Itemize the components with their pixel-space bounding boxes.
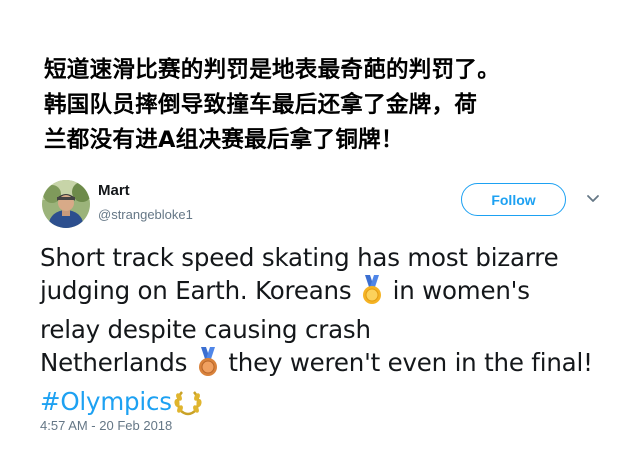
chevron-down-icon[interactable] [585, 191, 601, 207]
tweet-line-2-end: in women's [392, 276, 530, 305]
tweet-line-2-start: judging on Earth. Koreans [40, 276, 352, 305]
display-name[interactable]: Mart [98, 182, 130, 199]
gold-medal-icon [360, 275, 384, 313]
tweet-line-2: judging on Earth. Koreans in women's [40, 274, 630, 313]
hashtag-link[interactable]: #Olympics [40, 387, 172, 416]
tweet-line-4: Netherlands they weren't even in the fin… [40, 346, 630, 385]
tweet-text: Short track speed skating has most bizar… [40, 241, 630, 424]
tweet-line-3: relay despite causing crash [40, 315, 371, 344]
tweet-card: Mart @strangebloke1 Follow Short track s… [0, 0, 640, 451]
tweet-line-1: Short track speed skating has most bizar… [40, 243, 559, 272]
follow-button[interactable]: Follow [461, 183, 566, 216]
avatar-image [42, 180, 90, 228]
avatar[interactable] [42, 180, 90, 228]
user-handle[interactable]: @strangebloke1 [98, 207, 193, 222]
tweet-line-4-start: Netherlands [40, 348, 188, 377]
laurel-wreath-icon [173, 388, 203, 424]
bronze-medal-icon [196, 347, 220, 385]
tweet-timestamp[interactable]: 4:57 AM - 20 Feb 2018 [40, 418, 172, 433]
tweet-line-4-end: they weren't even in the final! [228, 348, 593, 377]
